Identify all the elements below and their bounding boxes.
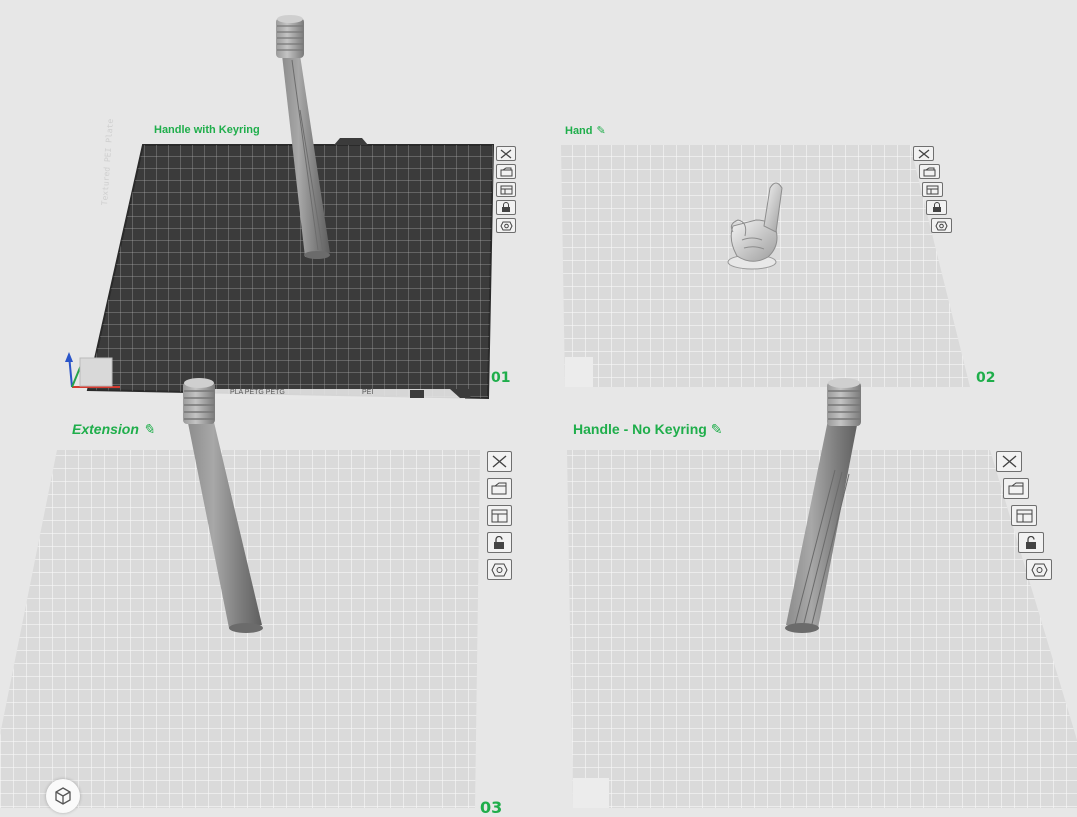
arrange-button[interactable] (922, 182, 943, 197)
auto-orient-button[interactable] (487, 478, 512, 499)
arrange-icon (926, 185, 939, 194)
plate-1-name: Handle with Keyring (154, 124, 260, 136)
lock-plate-button[interactable] (926, 200, 947, 215)
arrange-icon (500, 185, 512, 194)
lock-icon (932, 202, 941, 212)
bed-bottom-left-text: PLA PETG PETG (230, 389, 285, 396)
unlock-icon (1025, 535, 1036, 549)
plate-3-label[interactable]: Extension ✎ (72, 421, 155, 438)
delete-plate-button[interactable] (487, 451, 512, 472)
plate-4-toolbar (996, 451, 1052, 580)
close-icon (918, 148, 929, 159)
settings-icon (491, 563, 508, 576)
plate-settings-button[interactable] (487, 559, 512, 580)
arrange-button[interactable] (487, 505, 512, 526)
plate-1-number: 01 (491, 370, 511, 386)
bed-bottom-right-text: PEI (362, 389, 374, 396)
plate-settings-button[interactable] (1026, 559, 1052, 580)
unlock-plate-button[interactable] (487, 532, 512, 553)
arrange-button[interactable] (1011, 505, 1037, 526)
pencil-icon[interactable]: ✎ (711, 421, 723, 437)
close-icon (500, 148, 512, 159)
arrange-icon (491, 509, 508, 522)
plate-3-name: Extension (72, 421, 139, 437)
delete-plate-button[interactable] (913, 146, 934, 161)
plate-2-label[interactable]: Hand ✎ (565, 124, 606, 137)
plate-2-number: 02 (976, 370, 996, 386)
plate-settings-button[interactable] (496, 218, 516, 233)
plate-2-name: Hand (565, 125, 593, 137)
lock-plate-button[interactable] (496, 200, 516, 215)
settings-icon (1030, 563, 1048, 576)
build-plate-canvas[interactable] (0, 0, 1077, 808)
settings-icon (935, 221, 948, 230)
auto-orient-button[interactable] (1003, 478, 1029, 499)
auto-orient-icon (500, 167, 512, 176)
auto-orient-button[interactable] (496, 164, 516, 179)
plate-1-label[interactable]: Handle with Keyring (154, 124, 260, 136)
pencil-icon[interactable]: ✎ (143, 421, 155, 437)
delete-plate-button[interactable] (996, 451, 1022, 472)
arrange-button[interactable] (496, 182, 516, 197)
delete-plate-button[interactable] (496, 146, 516, 161)
plate-settings-button[interactable] (931, 218, 952, 233)
plate-1-toolbar (496, 146, 516, 233)
unlock-plate-button[interactable] (1018, 532, 1044, 553)
plate-4-name: Handle - No Keyring (573, 421, 707, 437)
plate-2-toolbar (913, 146, 952, 233)
plate-3-toolbar (487, 451, 512, 580)
cube-view-icon (55, 787, 71, 805)
close-icon (1002, 455, 1016, 468)
plate-4-label[interactable]: Handle - No Keyring ✎ (573, 421, 723, 438)
settings-icon (499, 221, 513, 230)
close-icon (492, 455, 507, 468)
pencil-icon[interactable]: ✎ (597, 125, 606, 137)
unlock-icon (494, 535, 504, 549)
lock-icon (502, 202, 510, 212)
auto-orient-icon (491, 482, 507, 495)
auto-orient-button[interactable] (919, 164, 940, 179)
plate-1-bed (65, 138, 495, 400)
auto-orient-icon (1008, 482, 1023, 495)
auto-orient-icon (923, 167, 936, 176)
arrange-icon (1016, 509, 1032, 522)
